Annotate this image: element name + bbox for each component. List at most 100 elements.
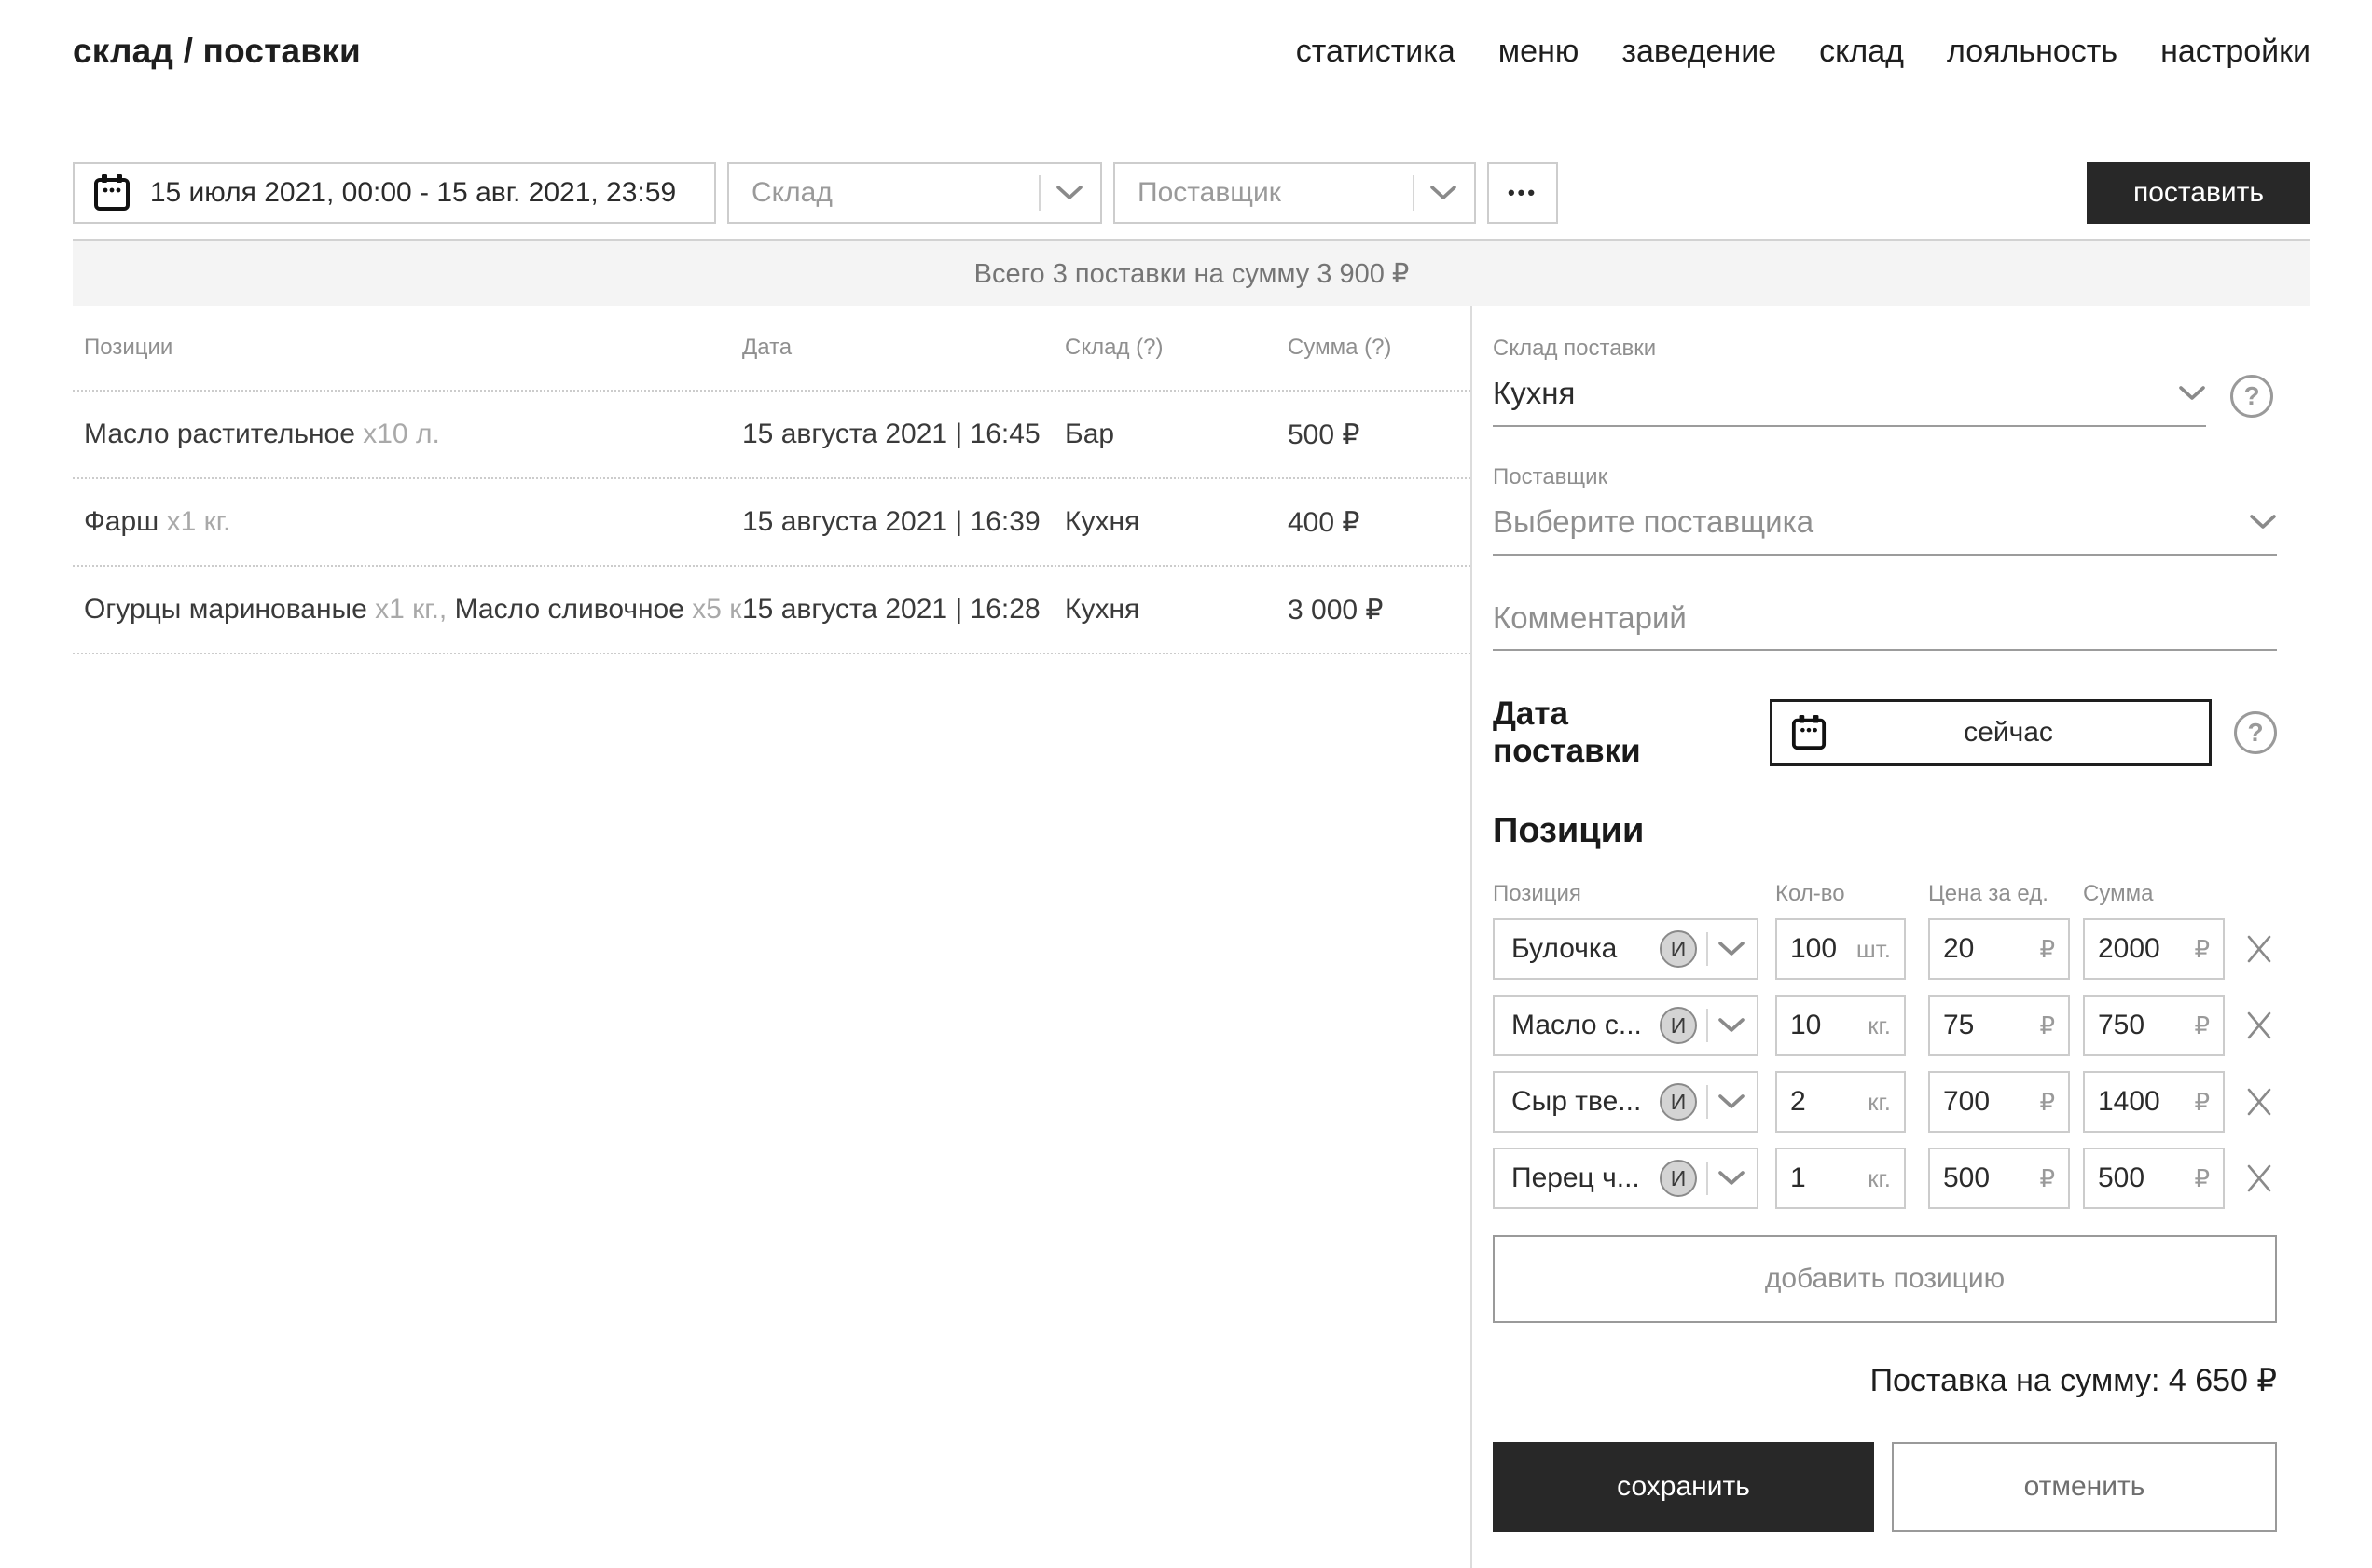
ingredient-badge: И: [1660, 1160, 1697, 1197]
item-name-select[interactable]: Сыр тве... И: [1493, 1071, 1758, 1133]
supplier-select[interactable]: Выберите поставщика: [1493, 490, 2277, 556]
item-sum-input[interactable]: 750 ₽: [2083, 995, 2225, 1056]
item-name-value: Масло с...: [1511, 1010, 1642, 1040]
remove-item-icon[interactable]: [2243, 1010, 2275, 1041]
row-warehouse: Бар: [1065, 419, 1115, 449]
remove-item-icon[interactable]: [2243, 933, 2275, 965]
nav-item-5[interactable]: лояльность: [1947, 34, 2117, 70]
help-icon[interactable]: ?: [2234, 711, 2277, 754]
ingredient-badge: И: [1660, 930, 1697, 968]
ruble-sign: ₽: [2039, 1163, 2055, 1192]
item-name-select[interactable]: Булочка И: [1493, 918, 1758, 980]
chevron-down-icon: [1429, 185, 1457, 201]
position-part: Масло растительное: [84, 419, 364, 449]
price-value: 500: [1943, 1162, 1991, 1193]
column-header-3: Склад (?): [1065, 335, 1164, 360]
more-filters-button[interactable]: •••: [1487, 162, 1558, 224]
item-row: Булочка И 100 шт. 20 ₽2000 ₽: [1493, 918, 2277, 980]
supply-total: Поставка на сумму: 4 650 ₽: [1869, 1363, 2277, 1398]
item-sum-input[interactable]: 500 ₽: [2083, 1148, 2225, 1209]
warehouse-select-row: Кухня ?: [1493, 362, 2277, 427]
table-row[interactable]: Фарш x1 кг. 15 августа 2021 | 16:39 Кухня 4…: [73, 479, 1470, 567]
row-warehouse: Кухня: [1065, 594, 1140, 625]
items-rows: Булочка И 100 шт. 20 ₽2000 ₽ Масло с... И 10 кг. 75…: [1493, 918, 2277, 1209]
divider: [1706, 1085, 1708, 1119]
summary-bar: Всего 3 поставки на сумму 3 900 ₽: [73, 239, 2310, 306]
row-sum: 400 ₽: [1288, 506, 1360, 538]
item-name-select[interactable]: Перец ч... И: [1493, 1148, 1758, 1209]
price-value: 20: [1943, 933, 1975, 964]
supplier-select-placeholder: Выберите поставщика: [1493, 504, 1814, 539]
item-sum-input[interactable]: 1400 ₽: [2083, 1071, 2225, 1133]
item-price-input[interactable]: 700 ₽: [1928, 1071, 2070, 1133]
remove-item-icon[interactable]: [2243, 1162, 2275, 1194]
row-positions: Масло растительное x10 л.: [84, 419, 742, 450]
item-qty-input[interactable]: 2 кг.: [1775, 1071, 1906, 1133]
save-button[interactable]: сохранить: [1493, 1442, 1874, 1532]
warehouse-filter[interactable]: Склад: [727, 162, 1102, 224]
chevron-down-icon: [2249, 514, 2277, 530]
cancel-button[interactable]: отменить: [1892, 1442, 2277, 1532]
table-header: Позиции Дата Склад (?) Сумма (?): [73, 306, 1470, 392]
ruble-sign: ₽: [2039, 1087, 2055, 1116]
nav-item-3[interactable]: заведение: [1621, 34, 1776, 70]
warehouse-select-value: Кухня: [1493, 376, 1576, 410]
table-row[interactable]: Масло растительное x10 л. 15 августа 2021…: [73, 392, 1470, 479]
supply-date-button[interactable]: сейчас: [1770, 699, 2212, 766]
comment-input[interactable]: [1493, 587, 2277, 651]
position-part: x10 л.: [363, 419, 440, 449]
item-sum-input[interactable]: 2000 ₽: [2083, 918, 2225, 980]
supply-form: Склад поставки Кухня ? Поставщик Выберит…: [1493, 336, 2277, 1532]
row-date: 15 августа 2021 | 16:28: [742, 594, 1041, 625]
supply-form-panel: Склад поставки Кухня ? Поставщик Выберит…: [1470, 306, 2372, 1568]
chevron-down-icon: [1717, 941, 1745, 957]
supply-date-value: сейчас: [1964, 717, 2053, 748]
qty-value: 10: [1790, 1010, 1822, 1040]
nav-item-4[interactable]: склад: [1819, 34, 1904, 70]
position-part: x5 кг...: [692, 594, 742, 625]
nav-item-2[interactable]: меню: [1498, 34, 1579, 70]
item-qty-input[interactable]: 100 шт.: [1775, 918, 1906, 980]
supplier-filter[interactable]: Поставщик: [1113, 162, 1476, 224]
filter-row: 15 июля 2021, 00:00 - 15 авг. 2021, 23:5…: [73, 162, 2310, 224]
warehouse-filter-placeholder: Склад: [752, 177, 833, 208]
item-row: Масло с... И 10 кг. 75 ₽750 ₽: [1493, 995, 2277, 1056]
item-qty-input[interactable]: 10 кг.: [1775, 995, 1906, 1056]
chevron-down-icon: [1717, 1170, 1745, 1187]
item-price-input[interactable]: 500 ₽: [1928, 1148, 2070, 1209]
qty-unit: кг.: [1868, 1163, 1891, 1192]
supply-date-label: Дата поставки: [1493, 695, 1641, 769]
date-range-value: 15 июля 2021, 00:00 - 15 авг. 2021, 23:5…: [149, 177, 677, 208]
add-item-button[interactable]: добавить позицию: [1493, 1235, 2277, 1323]
help-icon[interactable]: ?: [2230, 375, 2273, 418]
warehouse-field-label: Склад поставки: [1493, 336, 1657, 361]
item-qty-input[interactable]: 1 кг.: [1775, 1148, 1906, 1209]
ruble-sign: ₽: [2039, 1011, 2055, 1039]
price-value: 700: [1943, 1086, 1991, 1117]
position-part: x1 кг.,: [375, 594, 455, 625]
row-positions: Огурцы маринованые x1 кг., Масло сливочн…: [84, 594, 742, 626]
nav-item-6[interactable]: настройки: [2160, 34, 2310, 70]
items-column-label-4: Сумма: [2083, 881, 2154, 906]
item-price-input[interactable]: 20 ₽: [1928, 918, 2070, 980]
chevron-down-icon: [1717, 1093, 1745, 1110]
price-value: 75: [1943, 1010, 1975, 1040]
qty-unit: шт.: [1855, 934, 1891, 963]
items-column-labels: Позиция Кол-во Цена за ед. Сумма: [1493, 881, 2277, 907]
items-column-label-2: Кол-во: [1775, 881, 1845, 906]
date-range-filter[interactable]: 15 июля 2021, 00:00 - 15 авг. 2021, 23:5…: [73, 162, 716, 224]
row-date: 15 августа 2021 | 16:45: [742, 419, 1041, 449]
ingredient-badge: И: [1660, 1007, 1697, 1044]
divider: [1413, 175, 1414, 211]
remove-item-icon[interactable]: [2243, 1086, 2275, 1118]
item-price-input[interactable]: 75 ₽: [1928, 995, 2070, 1056]
nav-item-1[interactable]: статистика: [1296, 34, 1455, 70]
table-row[interactable]: Огурцы маринованые x1 кг., Масло сливочн…: [73, 567, 1470, 654]
item-name-value: Булочка: [1511, 933, 1618, 964]
item-row: Перец ч... И 1 кг. 500 ₽500 ₽: [1493, 1148, 2277, 1209]
item-name-select[interactable]: Масло с... И: [1493, 995, 1758, 1056]
sum-value: 1400: [2098, 1086, 2160, 1117]
warehouse-select[interactable]: Кухня: [1493, 362, 2206, 427]
create-supply-button[interactable]: поставить: [2087, 162, 2310, 224]
